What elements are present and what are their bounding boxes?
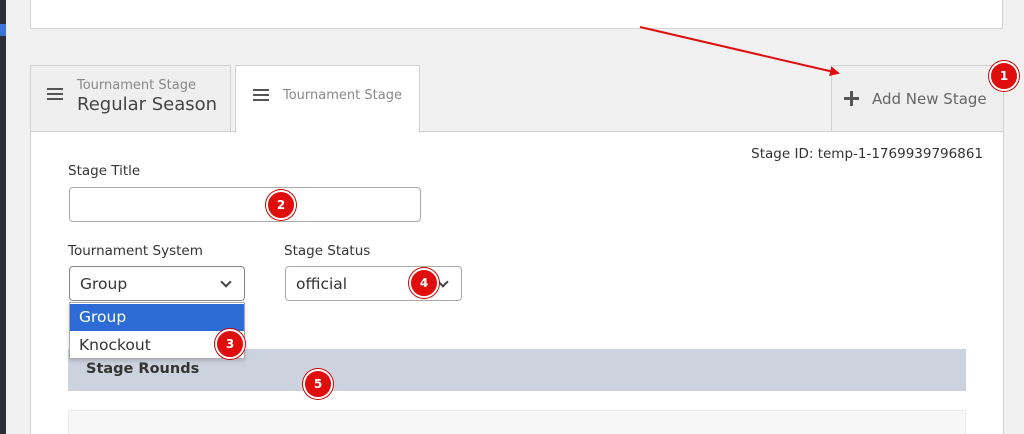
tournament-system-select[interactable]: Group [69,266,245,301]
annotation-badge-3: 3 [215,329,245,359]
add-new-stage-label: Add New Stage [872,90,987,108]
tab-label: Tournament Stage [283,88,402,103]
chevron-down-icon [220,276,232,288]
stage-title-label: Stage Title [68,163,141,179]
edge-accent [0,24,6,36]
tab-regular-season[interactable]: Tournament Stage Regular Season [30,65,231,132]
annotation-badge-4: 4 [409,268,439,298]
annotation-badge-5: 5 [303,369,333,399]
stage-status-value: official [296,275,348,293]
annotation-badge-1: 1 [989,61,1019,91]
option-group[interactable]: Group [70,304,244,331]
stage-rounds-body [68,410,966,434]
annotation-badge-2: 2 [266,190,296,220]
top-panel [30,0,1003,29]
stage-editor-panel: Stage ID: temp-1-1769939796861 Stage Tit… [30,131,1004,434]
drag-handle-icon[interactable] [253,89,269,102]
chevron-down-icon [437,276,449,288]
tournament-system-label: Tournament System [68,243,203,259]
stage-rounds-title: Stage Rounds [86,361,200,377]
plus-icon [844,91,859,106]
stage-title-input[interactable] [69,187,421,222]
stage-id: Stage ID: temp-1-1769939796861 [751,146,983,162]
left-window-edge [0,0,6,434]
tournament-system-value: Group [80,275,128,293]
tab-subtitle: Tournament Stage [77,78,196,93]
stage-status-label: Stage Status [284,243,371,259]
add-new-stage-button[interactable]: Add New Stage [831,65,1004,132]
drag-handle-icon[interactable] [47,88,63,101]
tab-title: Regular Season [77,94,218,115]
stage-tabs: Tournament Stage Regular Season Tourname… [30,65,1004,133]
tab-tournament-stage[interactable]: Tournament Stage [235,65,420,133]
